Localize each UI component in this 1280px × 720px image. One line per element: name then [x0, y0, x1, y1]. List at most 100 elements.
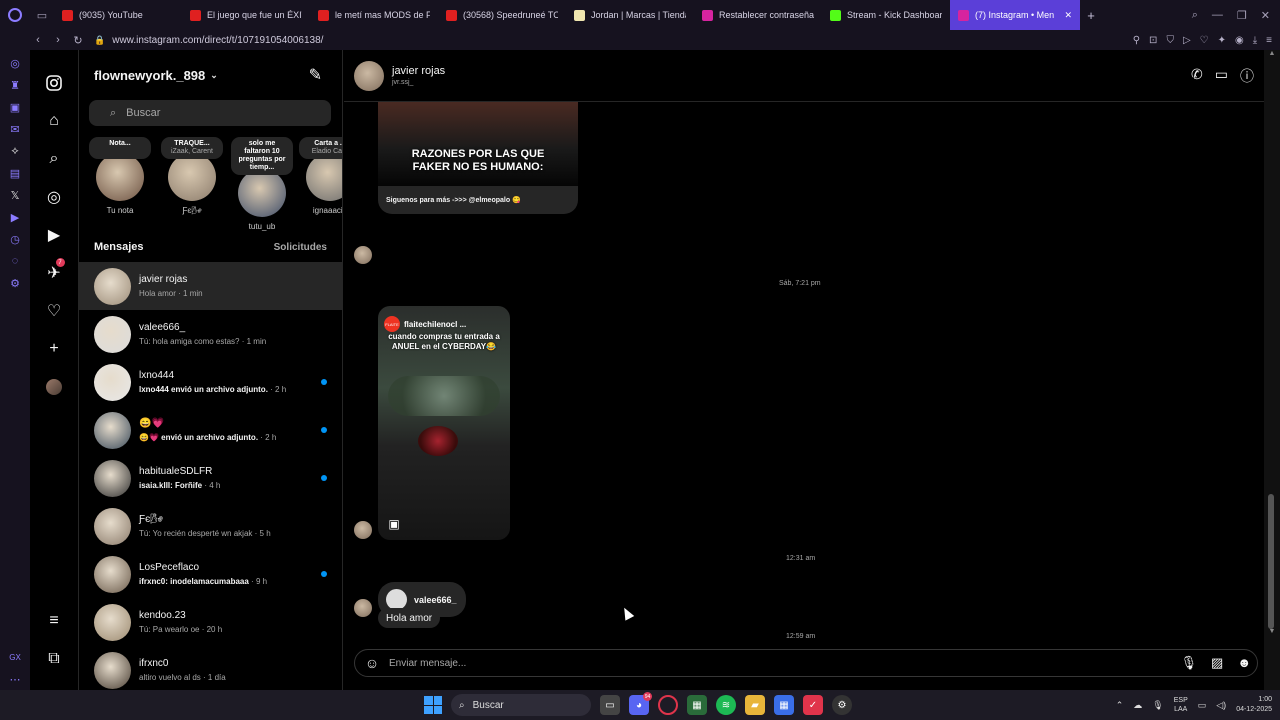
tab-close-icon[interactable]: ✕ [1064, 10, 1072, 21]
microsoft-store-icon[interactable]: ▦ [774, 695, 794, 715]
note-item[interactable]: TRAQUE... iZaak, Carent Ƒє🌬 [161, 137, 223, 215]
scroll-up-arrow-icon[interactable]: ▲ [1264, 50, 1280, 57]
phone-call-icon[interactable]: ✆ [1191, 66, 1203, 86]
chat-title[interactable]: javier rojas jvr.ssj_ [392, 65, 445, 86]
chat-avatar[interactable] [354, 60, 384, 91]
video-call-icon[interactable]: ▭ [1215, 66, 1228, 86]
conversation-row[interactable]: javier rojas Hola amor · 1 min [79, 262, 342, 310]
notifications-heart-icon[interactable]: ♡ [30, 292, 79, 330]
shared-reel[interactable]: FLAITE flaitechilenocl ... cuando compra… [378, 306, 510, 540]
messenger-icon[interactable]: ◌ [0, 250, 30, 272]
conversation-row[interactable]: lxno444 lxno444 envió un archivo adjunto.… [79, 358, 342, 406]
search-input[interactable] [126, 107, 287, 119]
requests-link[interactable]: Solicitudes [274, 242, 327, 253]
browser-tab[interactable]: El juego que fue un ÉXITO [182, 0, 310, 30]
conversation-row[interactable]: kendoo.23 Tú: Pa wearlo oe · 20 h [79, 598, 342, 646]
discord-icon[interactable]: ◕ 94 [629, 692, 652, 715]
twitch-like-icon[interactable]: ▣ [0, 96, 30, 118]
browser-tab[interactable]: (7) Instagram • Mensajes ✕ [950, 0, 1080, 30]
microphone-tray-icon[interactable]: 🎙 [1152, 700, 1163, 711]
conversation-info-icon[interactable]: ⓘ [1240, 66, 1254, 86]
taskbar-search[interactable]: ⌕ Buscar [451, 694, 591, 716]
pocket-icon[interactable]: ✓ [803, 695, 823, 715]
search-icon[interactable]: ⌕ [30, 140, 79, 178]
easy-setup-icon[interactable]: ≡ [1266, 35, 1272, 46]
message-bubble[interactable]: Hola amor [378, 608, 441, 628]
home-icon[interactable]: ⌂ [30, 102, 79, 140]
account-switcher[interactable]: flownewyork._898 ⌄ [94, 68, 218, 83]
conversation-row[interactable]: LosPeceflaco ifrxnc0: inodelamacumabaaa ·… [79, 550, 342, 598]
browser-tab[interactable]: le metí mas MODS de FNAF [310, 0, 438, 30]
conversation-row[interactable]: 😄💗 😄💗 envió un archivo adjunto. · 2 h [79, 406, 342, 454]
note-item[interactable]: Carta a ...Eladio Carri ignaaacio [299, 137, 342, 215]
forward-button[interactable]: › [48, 34, 68, 46]
new-message-icon[interactable]: ✎ [309, 65, 322, 85]
mail-icon[interactable]: ✉ [0, 118, 30, 140]
also-from-meta-icon[interactable]: ⧉ [30, 640, 79, 678]
explore-icon[interactable]: ◎ [30, 178, 79, 216]
conversation-row[interactable]: valee666_ Tú: hola amiga como estas? · 1 … [79, 310, 342, 358]
emoji-icon[interactable]: ☺ [363, 655, 381, 671]
player-sidebar-icon[interactable]: ▶ [0, 206, 30, 228]
settings-icon[interactable]: ⚙ [0, 272, 30, 294]
search-tabs-icon[interactable]: ⌕ [1192, 9, 1198, 22]
file-explorer-icon[interactable]: ▰ [745, 695, 765, 715]
microphone-icon[interactable]: 🎙 [1181, 655, 1198, 671]
conversation-row[interactable]: ifrxnc0 altiro vuelvo al ds · 1 día [79, 646, 342, 690]
tray-overflow-icon[interactable]: ⌃ [1116, 700, 1124, 711]
profile-avatar[interactable] [30, 368, 79, 406]
browser-tab[interactable]: Restablecer contraseña • [694, 0, 822, 30]
menu-hamburger-icon[interactable]: ≡ [30, 602, 79, 640]
gx-corner-icon[interactable]: ♜ [0, 74, 30, 96]
shared-post[interactable]: RAZONES POR LAS QUE FAKER NO ES HUMANO: … [378, 102, 578, 214]
x-twitter-icon[interactable]: 𝕏 [0, 184, 30, 206]
volume-icon[interactable]: ◁) [1216, 700, 1226, 711]
conversation-row[interactable]: habitualeSDLFR isaia.klll: Forñife · 4 h [79, 454, 342, 502]
heart-icon[interactable]: ♡ [1200, 35, 1209, 46]
browser-tab[interactable]: (9035) YouTube [54, 0, 182, 30]
restore-button[interactable]: ❐ [1237, 9, 1247, 22]
kick-icon[interactable]: ⟡ [0, 140, 30, 162]
more-icon[interactable]: ⋯ [0, 668, 30, 690]
new-tab-button[interactable]: + [1080, 8, 1102, 23]
snapshot-icon[interactable]: ⊡ [1149, 35, 1157, 46]
browser-tab[interactable]: Jordan | Marcas | Tienda [566, 0, 694, 30]
sender-avatar[interactable] [354, 521, 372, 539]
opera-gx-logo-icon[interactable] [0, 0, 30, 30]
shield-icon[interactable]: ⛉ [1166, 35, 1174, 46]
url-field[interactable]: 🔒 www.instagram.com/direct/t/10719105400… [94, 35, 323, 46]
workspaces-icon[interactable]: ▭ [30, 0, 54, 30]
player-icon[interactable]: ▷ [1183, 35, 1191, 46]
twitch-icon[interactable]: ▤ [0, 162, 30, 184]
pin-icon[interactable]: ⚲ [1133, 35, 1140, 46]
spotify-icon[interactable]: ≋ [716, 695, 736, 715]
task-view-icon[interactable]: ▭ [600, 695, 620, 715]
page-scrollbar[interactable]: ▲ ▼ [1264, 50, 1280, 690]
note-item[interactable]: solo me faltaron 10 preguntas por tiemp.… [231, 137, 293, 231]
gx-control-icon[interactable]: ◎ [0, 52, 30, 74]
instagram-logo-icon[interactable] [30, 64, 79, 102]
profile-icon[interactable]: ◉ [1235, 35, 1244, 46]
windows-start-icon[interactable] [424, 696, 442, 714]
onedrive-icon[interactable]: ☁ [1133, 700, 1142, 711]
minimize-button[interactable]: — [1212, 9, 1223, 21]
message-input[interactable] [389, 657, 1089, 669]
opera-gx-taskbar-icon[interactable] [658, 695, 678, 715]
scroll-down-arrow-icon[interactable]: ▼ [1264, 628, 1280, 635]
sticker-icon[interactable]: ☻ [1237, 655, 1251, 671]
reload-button[interactable]: ↻ [68, 34, 88, 47]
sender-avatar[interactable] [354, 246, 372, 264]
language-indicator[interactable]: ESP LAA [1174, 696, 1188, 714]
sender-avatar[interactable] [354, 599, 372, 617]
download-icon[interactable]: ⤓ [1253, 35, 1257, 46]
browser-tab[interactable]: (30568) Speedruneé TODO [438, 0, 566, 30]
browser-tab[interactable]: Stream - Kick Dashboard [822, 0, 950, 30]
create-plus-icon[interactable]: + [30, 330, 79, 368]
extensions-icon[interactable]: ✦ [1218, 35, 1226, 46]
back-button[interactable]: ‹ [28, 34, 48, 46]
note-item[interactable]: Nota... Tu nota [89, 137, 151, 215]
close-window-button[interactable]: ✕ [1261, 9, 1270, 22]
minecraft-icon[interactable]: ▦ [687, 695, 707, 715]
conversation-row[interactable]: Ƒє🌬 Tú: Yo recién desperté wn akjak · 5 h [79, 502, 342, 550]
scrollbar-thumb[interactable] [1268, 494, 1274, 629]
